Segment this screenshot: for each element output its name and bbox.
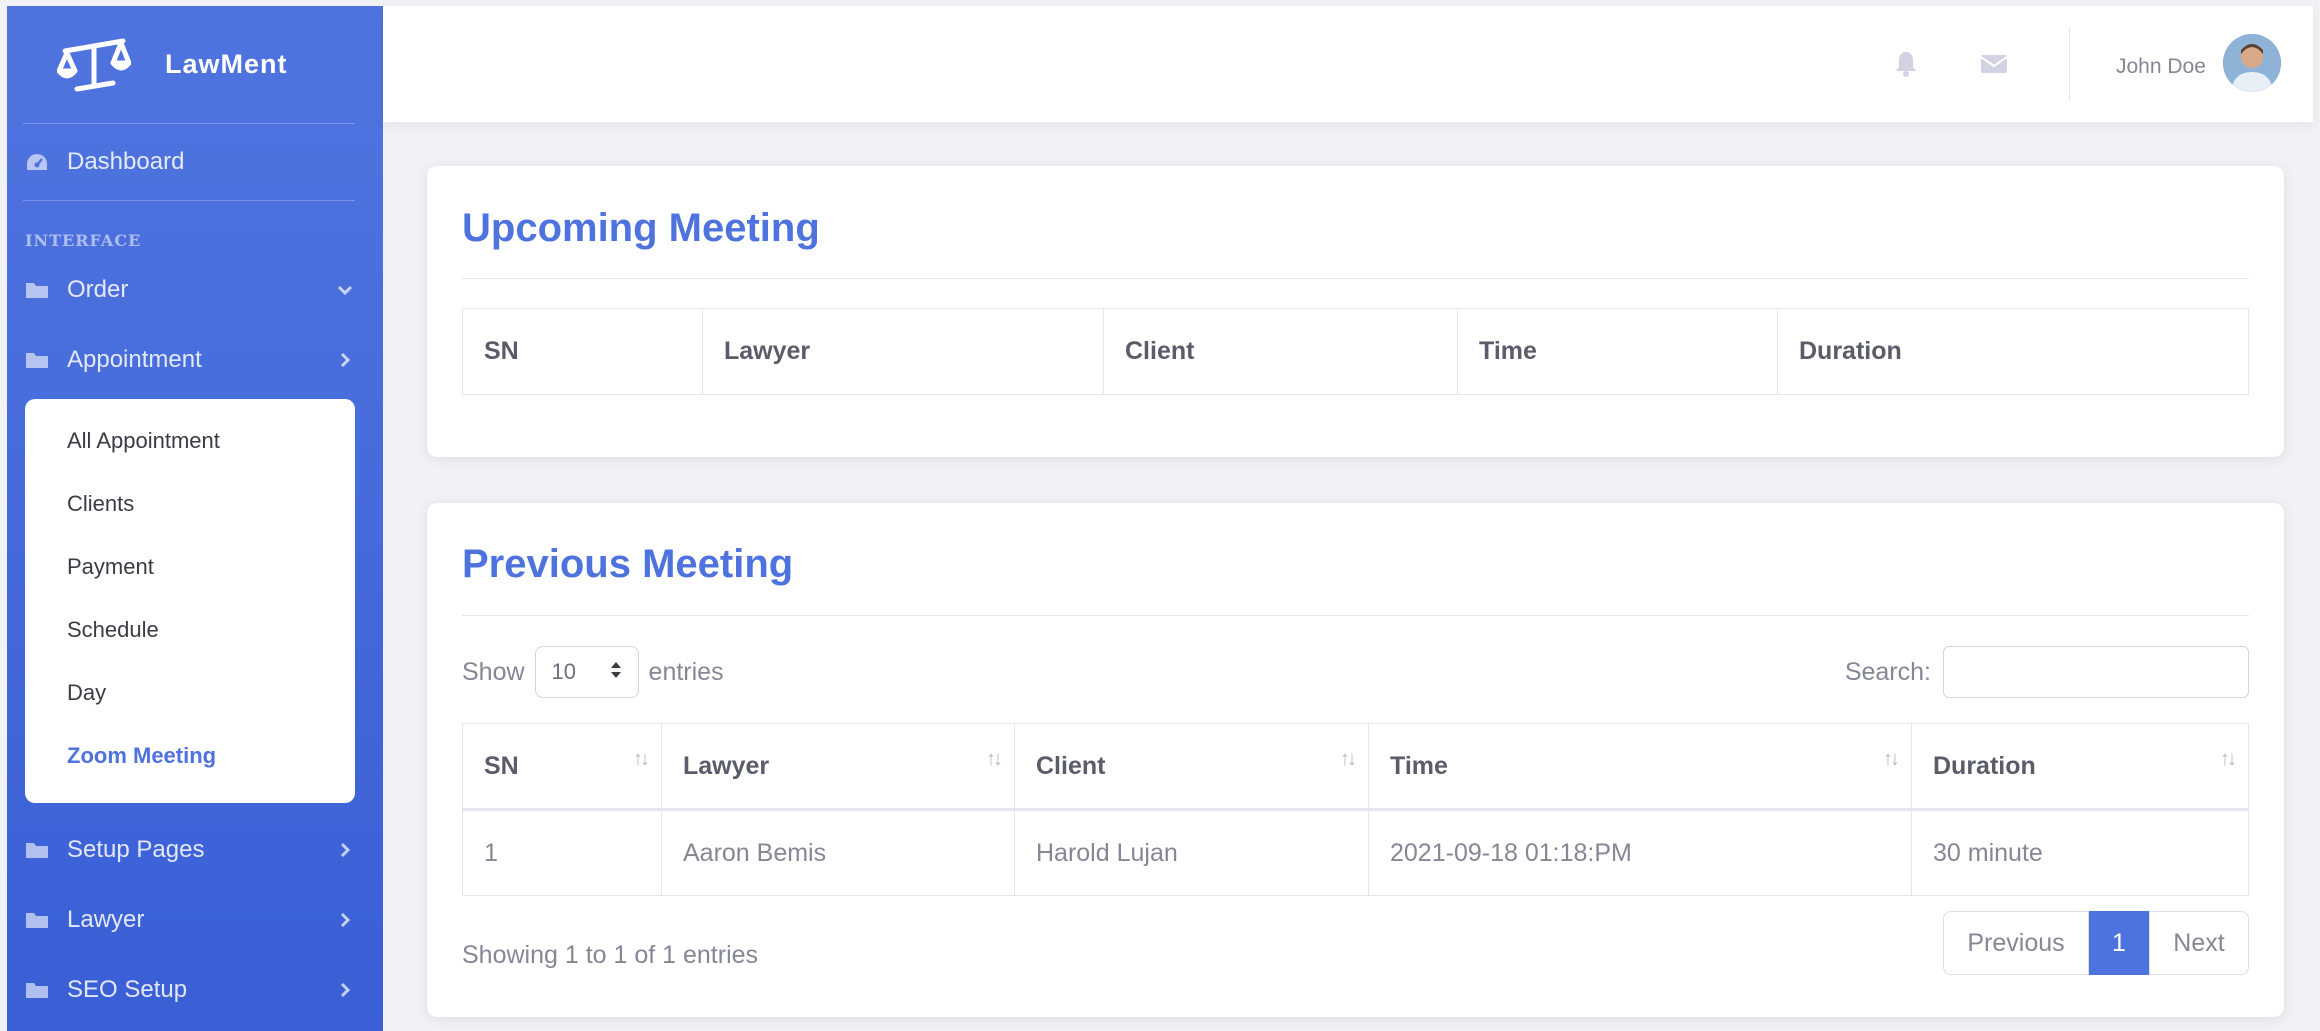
sidebar-item-label: Dashboard xyxy=(67,148,185,175)
table-info: Showing 1 to 1 of 1 entries xyxy=(462,941,759,969)
page-size-select[interactable]: 10 xyxy=(534,646,639,698)
column-header-time: Time xyxy=(1457,308,1778,395)
chevron-down-icon xyxy=(335,280,355,300)
pagination: Previous 1 Next xyxy=(1943,911,2249,975)
tachometer-icon xyxy=(25,152,51,172)
upcoming-meeting-table: SN Lawyer Client Time Duration xyxy=(462,308,2249,395)
submenu-item-clients[interactable]: Clients xyxy=(25,472,355,535)
brand[interactable]: LawMent xyxy=(7,6,383,123)
sidebar-item-appointment[interactable]: Appointment xyxy=(7,325,383,395)
column-header-label: SN xyxy=(484,751,519,780)
search-input[interactable] xyxy=(1943,646,2249,698)
column-header-sn[interactable]: SN ↑↓ xyxy=(462,723,662,810)
folder-icon xyxy=(25,980,51,1000)
submenu-item-day[interactable]: Day xyxy=(25,661,355,724)
appointment-submenu: All Appointment Clients Payment Schedule… xyxy=(25,399,355,803)
table-row: 1 Aaron Bemis Harold Lujan 2021-09-18 01… xyxy=(462,809,2249,896)
sidebar: LawMent Dashboard INTERFACE Order Appoin… xyxy=(7,6,383,1031)
chevron-right-icon xyxy=(335,980,355,1000)
sidebar-item-lawyer[interactable]: Lawyer xyxy=(7,885,383,955)
cell-lawyer: Aaron Bemis xyxy=(661,809,1015,896)
submenu-item-zoom-meeting[interactable]: Zoom Meeting xyxy=(25,724,355,787)
show-label: Show xyxy=(462,657,525,686)
bell-icon[interactable] xyxy=(1891,50,1921,78)
previous-meeting-table: SN ↑↓ Lawyer ↑↓ Client ↑↓ Time ↑↓ Duration ↑↓… xyxy=(462,723,2249,896)
column-header-label: Lawyer xyxy=(683,751,770,780)
search-label: Search: xyxy=(1844,657,1931,686)
sidebar-item-dashboard[interactable]: Dashboard xyxy=(7,124,383,200)
column-header-client[interactable]: Client ↑↓ xyxy=(1014,723,1369,810)
chevron-right-icon xyxy=(335,840,355,860)
user-name[interactable]: John Doe xyxy=(2116,55,2206,79)
submenu-item-all-appointment[interactable]: All Appointment xyxy=(25,409,355,472)
submenu-item-payment[interactable]: Payment xyxy=(25,535,355,598)
card-divider xyxy=(462,278,2249,279)
sort-icon: ↑↓ xyxy=(633,748,650,770)
sidebar-item-order[interactable]: Order xyxy=(7,255,383,325)
cell-sn: 1 xyxy=(462,809,662,896)
previous-meeting-card: Previous Meeting Show 10 entries Search:… xyxy=(427,503,2284,1017)
column-header-sn: SN xyxy=(462,308,703,395)
table-header-row: SN Lawyer Client Time Duration xyxy=(462,308,2249,395)
sort-icon: ↑↓ xyxy=(1883,748,1900,770)
topbar-divider xyxy=(2069,28,2070,100)
sort-updown-icon xyxy=(610,659,622,685)
folder-icon xyxy=(25,280,51,300)
page-size-control: Show 10 entries xyxy=(462,646,724,698)
sidebar-section-heading: INTERFACE xyxy=(25,231,142,250)
page-1-button[interactable]: 1 xyxy=(2089,911,2149,975)
submenu-item-schedule[interactable]: Schedule xyxy=(25,598,355,661)
cell-time: 2021-09-18 01:18:PM xyxy=(1368,809,1912,896)
folder-icon xyxy=(25,910,51,930)
sort-icon: ↑↓ xyxy=(986,748,1003,770)
sidebar-item-label: SEO Setup xyxy=(67,976,188,1003)
sort-icon: ↑↓ xyxy=(1340,748,1357,770)
sidebar-item-label: Appointment xyxy=(67,346,202,373)
avatar[interactable] xyxy=(2223,34,2281,92)
chevron-right-icon xyxy=(335,350,355,370)
column-header-client: Client xyxy=(1103,308,1458,395)
previous-page-button[interactable]: Previous xyxy=(1943,911,2089,975)
card-divider xyxy=(462,615,2249,616)
topbar: John Doe xyxy=(383,6,2313,122)
upcoming-meeting-title: Upcoming Meeting xyxy=(462,206,820,250)
cell-client: Harold Lujan xyxy=(1014,809,1369,896)
table-header-row: SN ↑↓ Lawyer ↑↓ Client ↑↓ Time ↑↓ Duration ↑↓ xyxy=(462,723,2249,810)
chevron-right-icon xyxy=(335,910,355,930)
column-header-time[interactable]: Time ↑↓ xyxy=(1368,723,1912,810)
folder-icon xyxy=(25,350,51,370)
sidebar-item-label: Order xyxy=(67,276,129,303)
upcoming-meeting-card: Upcoming Meeting SN Lawyer Client Time D… xyxy=(427,166,2284,457)
previous-meeting-title: Previous Meeting xyxy=(462,542,794,586)
cell-duration: 30 minute xyxy=(1911,809,2249,896)
next-page-button[interactable]: Next xyxy=(2149,911,2249,975)
column-header-label: Time xyxy=(1390,751,1448,780)
sidebar-item-label: Lawyer xyxy=(67,906,145,933)
column-header-duration: Duration xyxy=(1777,308,2249,395)
folder-icon xyxy=(25,840,51,860)
column-header-lawyer: Lawyer xyxy=(702,308,1104,395)
column-header-label: Client xyxy=(1036,751,1106,780)
page-size-value: 10 xyxy=(551,659,577,684)
envelope-icon[interactable] xyxy=(1979,50,2009,78)
scales-of-justice-icon xyxy=(57,30,137,100)
entries-label: entries xyxy=(648,657,724,686)
column-header-lawyer[interactable]: Lawyer ↑↓ xyxy=(661,723,1015,810)
sort-icon: ↑↓ xyxy=(2220,748,2237,770)
table-search: Search: xyxy=(1845,646,2249,698)
sidebar-item-label: Setup Pages xyxy=(67,836,205,863)
column-header-label: Duration xyxy=(1933,751,2036,780)
brand-name: LawMent xyxy=(165,49,288,79)
sidebar-item-seo-setup[interactable]: SEO Setup xyxy=(7,955,383,1025)
sidebar-item-setup-pages[interactable]: Setup Pages xyxy=(7,815,383,885)
column-header-duration[interactable]: Duration ↑↓ xyxy=(1911,723,2249,810)
